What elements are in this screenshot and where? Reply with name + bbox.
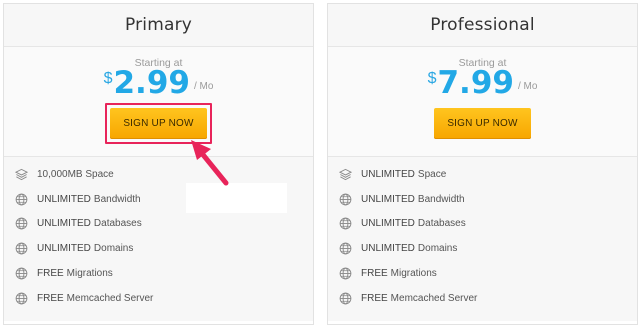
feature-item: FREE Migrations — [4, 261, 313, 286]
price: $ 7.99 / Mo — [328, 66, 637, 100]
globe-icon — [15, 242, 28, 255]
feature-highlight: UNLIMITED — [361, 218, 415, 230]
globe-icon — [339, 242, 352, 255]
feature-item: UNLIMITED Space — [328, 162, 637, 187]
pointer-arrow-icon — [191, 140, 229, 186]
feature-item: UNLIMITED Bandwidth — [328, 187, 637, 212]
currency-symbol: $ — [103, 70, 113, 87]
feature-highlight: UNLIMITED — [37, 218, 91, 230]
feature-highlight: FREE — [361, 268, 388, 280]
price-period: / Mo — [517, 81, 538, 92]
feature-highlight: UNLIMITED — [37, 193, 91, 205]
globe-icon — [15, 218, 28, 230]
feature-item: FREE Migrations — [328, 261, 637, 286]
feature-label: Memcached Server — [66, 292, 154, 304]
globe-icon — [339, 292, 352, 305]
feature-label: Bandwidth — [93, 193, 141, 205]
price-period: / Mo — [193, 81, 214, 92]
price-section: Starting at $ 7.99 / Mo SIGN UP NOW — [328, 47, 637, 157]
feature-highlight: FREE — [37, 292, 64, 304]
feature-highlight: FREE — [37, 268, 64, 280]
sign-up-button[interactable]: SIGN UP NOW — [110, 108, 207, 139]
feature-label: Bandwidth — [417, 193, 465, 205]
price-amount: 7.99 — [437, 65, 514, 101]
layers-icon — [15, 168, 28, 181]
feature-item: UNLIMITED Domains — [328, 236, 637, 261]
currency-symbol: $ — [427, 70, 437, 87]
plan-header: Primary — [4, 4, 313, 47]
feature-highlight: FREE — [361, 292, 388, 304]
globe-icon — [339, 267, 352, 280]
feature-label: Memcached Server — [390, 292, 478, 304]
feature-item: UNLIMITED Databases — [4, 212, 313, 237]
feature-label: Databases — [93, 218, 142, 230]
feature-label: 10,000MB Space — [37, 168, 114, 180]
pricing-card-primary: Primary Starting at $ 2.99 / Mo SIGN UP … — [3, 3, 314, 325]
feature-label: Databases — [417, 218, 466, 230]
feature-label: Domains — [93, 243, 134, 255]
feature-item: FREE Memcached Server — [4, 286, 313, 311]
feature-label: Migrations — [66, 268, 113, 280]
feature-label: Migrations — [390, 268, 437, 280]
feature-highlight: UNLIMITED — [37, 243, 91, 255]
plan-title: Primary — [124, 15, 193, 35]
feature-label: Domains — [417, 243, 458, 255]
layers-icon — [339, 168, 352, 181]
feature-item: UNLIMITED Databases — [328, 212, 637, 237]
price: $ 2.99 / Mo — [4, 66, 313, 100]
feature-item: FREE Memcached Server — [328, 286, 637, 311]
feature-highlight: UNLIMITED — [361, 168, 415, 180]
feature-highlight: UNLIMITED — [361, 243, 415, 255]
globe-icon — [339, 193, 352, 206]
globe-icon — [15, 193, 28, 206]
feature-label: Space — [417, 168, 447, 180]
globe-icon — [339, 218, 352, 230]
pricing-card-professional: Professional Starting at $ 7.99 / Mo SIG… — [327, 3, 638, 325]
feature-highlight: UNLIMITED — [361, 193, 415, 205]
plan-header: Professional — [328, 4, 637, 47]
sign-up-button[interactable]: SIGN UP NOW — [434, 108, 531, 139]
globe-icon — [15, 292, 28, 305]
feature-list: 10,000MB Space UNLIMITED Bandwidth UNLIM… — [4, 157, 313, 321]
price-section: Starting at $ 2.99 / Mo SIGN UP NOW — [4, 47, 313, 157]
globe-icon — [15, 267, 28, 280]
feature-item: UNLIMITED Domains — [4, 236, 313, 261]
price-amount: 2.99 — [113, 65, 190, 101]
plan-title: Professional — [430, 15, 535, 35]
feature-list: UNLIMITED Space UNLIMITED Bandwidth UNLI… — [328, 157, 637, 321]
